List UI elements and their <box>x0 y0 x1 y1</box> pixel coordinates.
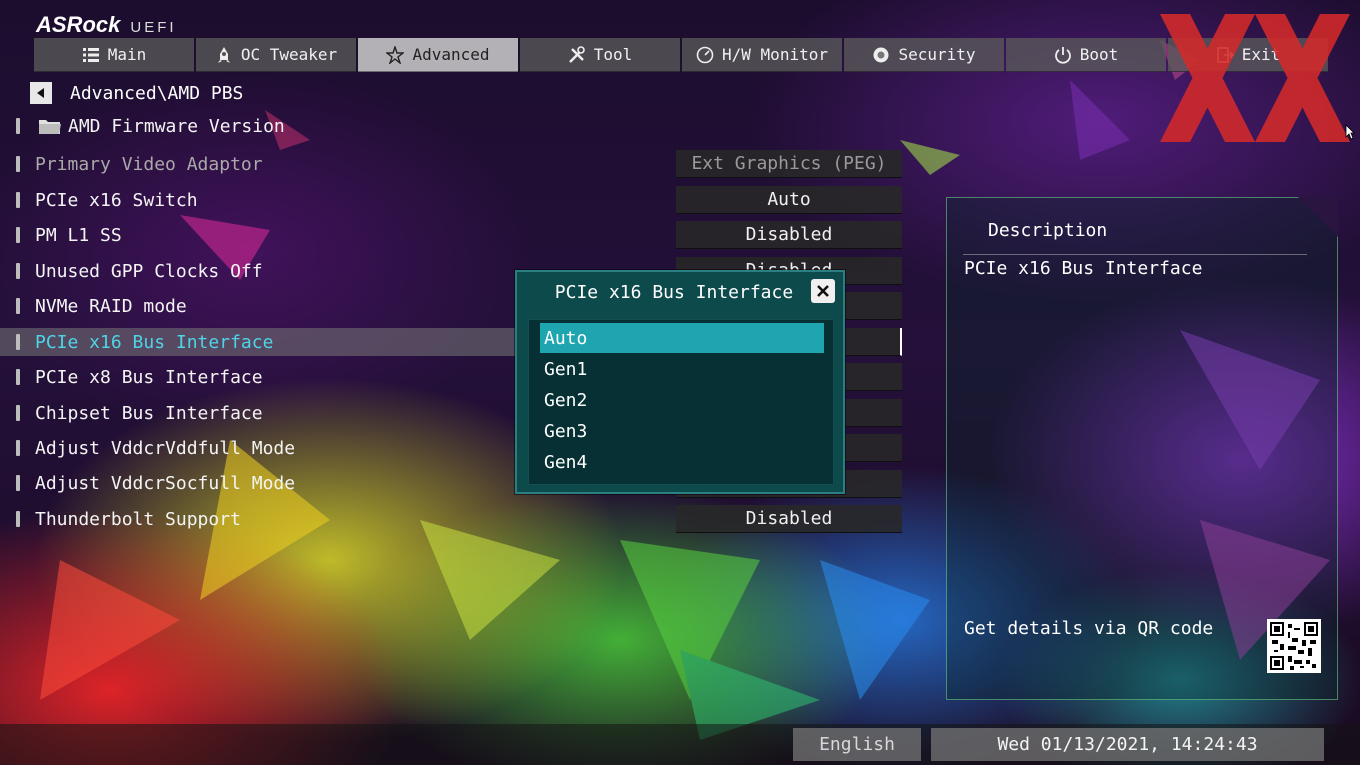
popup-title: PCIe x16 Bus Interface <box>554 282 794 303</box>
breadcrumb: Advanced\AMD PBS <box>30 82 243 104</box>
row-marker <box>16 227 20 243</box>
xx-watermark-logo <box>1160 14 1350 142</box>
row-marker <box>16 192 20 208</box>
setting-row-pcie-x16-bus-interface[interactable]: PCIe x16 Bus Interface <box>0 328 520 356</box>
folder-icon <box>39 120 61 134</box>
close-button[interactable] <box>811 279 835 303</box>
tab-label: H/W Monitor <box>722 45 828 64</box>
close-icon <box>817 285 829 297</box>
option-gen4[interactable]: Gen4 <box>540 447 824 477</box>
panel-corner-notch <box>1298 197 1338 237</box>
option-gen3[interactable]: Gen3 <box>540 416 824 446</box>
setting-row-unused-gpp-clocks-off[interactable]: Unused GPP Clocks Off <box>0 257 520 285</box>
description-divider <box>963 254 1307 255</box>
value-pcie-x16-switch[interactable]: Auto <box>676 186 902 214</box>
tab-label: OC Tweaker <box>240 45 338 64</box>
value-thunderbolt-support[interactable]: Disabled <box>676 505 902 533</box>
tools-icon <box>568 45 585 63</box>
tab-security[interactable]: Security <box>844 38 1004 72</box>
power-icon <box>1054 46 1071 64</box>
row-marker <box>16 440 20 456</box>
option-gen2[interactable]: Gen2 <box>540 385 824 415</box>
tab-label: Tool <box>593 45 633 64</box>
setting-row-thunderbolt-support[interactable]: Thunderbolt Support <box>0 505 520 533</box>
tab-advanced[interactable]: Advanced <box>358 38 518 72</box>
description-panel: Description PCIe x16 Bus Interface Get d… <box>946 197 1338 700</box>
option-list: Auto Gen1 Gen2 Gen3 Gen4 <box>528 319 834 485</box>
row-marker <box>16 511 20 527</box>
setting-row-amd-firmware-version[interactable]: AMD Firmware Version <box>0 112 520 140</box>
tab-hw-monitor[interactable]: H/W Monitor <box>682 38 842 72</box>
qr-caption: Get details via QR code <box>964 618 1214 639</box>
setting-label: Unused GPP Clocks Off <box>35 260 263 282</box>
option-auto[interactable]: Auto <box>540 323 824 353</box>
row-marker <box>16 298 20 314</box>
tab-oc-tweaker[interactable]: OC Tweaker <box>196 38 356 72</box>
option-gen1[interactable]: Gen1 <box>540 354 824 384</box>
tab-label: Boot <box>1079 45 1119 64</box>
back-button[interactable] <box>30 82 52 104</box>
setting-row-pm-l1-ss[interactable]: PM L1 SS <box>0 221 520 249</box>
setting-label: Chipset Bus Interface <box>35 402 263 424</box>
setting-label: PCIe x8 Bus Interface <box>35 366 263 388</box>
setting-row-chipset-bus-interface[interactable]: Chipset Bus Interface <box>0 399 520 427</box>
row-marker <box>16 156 20 172</box>
tab-label: Advanced <box>412 45 490 64</box>
value-primary-video-adaptor[interactable]: Ext Graphics (PEG) <box>676 150 902 178</box>
row-marker <box>16 405 20 421</box>
setting-row-nvme-raid-mode[interactable]: NVMe RAID mode <box>0 292 520 320</box>
shield-icon <box>873 47 889 62</box>
rocket-icon <box>217 46 230 63</box>
setting-row-primary-video-adaptor[interactable]: Primary Video Adaptor <box>0 150 520 178</box>
description-text: PCIe x16 Bus Interface <box>964 258 1203 279</box>
breadcrumb-path: Advanced\AMD PBS <box>70 82 244 104</box>
setting-label: AMD Firmware Version <box>68 115 285 137</box>
tab-label: Main <box>107 45 147 64</box>
language-button[interactable]: English <box>793 728 921 761</box>
setting-label: PCIe x16 Bus Interface <box>35 331 274 353</box>
qr-code-icon <box>1267 619 1321 673</box>
brand-header: ASRock UEFI <box>36 12 177 37</box>
tab-tool[interactable]: Tool <box>520 38 680 72</box>
datetime-display: Wed 01/13/2021, 14:24:43 <box>931 728 1324 761</box>
setting-label: Primary Video Adaptor <box>35 153 263 175</box>
main-tab-bar: Main OC Tweaker Advanced Tool H/W Monito… <box>34 38 1328 72</box>
description-title: Description <box>988 220 1108 241</box>
setting-label: NVMe RAID mode <box>35 295 187 317</box>
setting-label: Adjust VddcrSocfull Mode <box>35 472 296 494</box>
uefi-label: UEFI <box>130 19 177 36</box>
bus-interface-popup: PCIe x16 Bus Interface Auto Gen1 Gen2 Ge… <box>515 270 845 494</box>
row-marker <box>16 118 20 134</box>
mouse-cursor-icon <box>1345 124 1355 140</box>
row-marker <box>16 369 20 385</box>
asrock-logo: ASRock <box>36 12 121 37</box>
row-marker <box>16 334 20 350</box>
list-icon <box>82 47 99 62</box>
setting-label: PM L1 SS <box>35 224 122 246</box>
tab-label: Security <box>898 45 976 64</box>
setting-label: Thunderbolt Support <box>35 508 241 530</box>
setting-label: Adjust VddcrVddfull Mode <box>35 437 296 459</box>
back-arrow-icon <box>37 88 44 98</box>
setting-row-adjust-vddcrvddfull-mode[interactable]: Adjust VddcrVddfull Mode <box>0 434 520 462</box>
setting-row-adjust-vddcrsocfull-mode[interactable]: Adjust VddcrSocfull Mode <box>0 469 520 497</box>
star-icon <box>386 45 405 64</box>
value-pm-l1-ss[interactable]: Disabled <box>676 221 902 249</box>
monitor-icon <box>696 46 714 63</box>
setting-row-pcie-x16-switch[interactable]: PCIe x16 Switch <box>0 186 520 214</box>
setting-label: PCIe x16 Switch <box>35 189 198 211</box>
tab-main[interactable]: Main <box>34 38 194 72</box>
setting-row-pcie-x8-bus-interface[interactable]: PCIe x8 Bus Interface <box>0 363 520 391</box>
tab-boot[interactable]: Boot <box>1006 38 1166 72</box>
row-marker <box>16 475 20 491</box>
row-marker <box>16 263 20 279</box>
